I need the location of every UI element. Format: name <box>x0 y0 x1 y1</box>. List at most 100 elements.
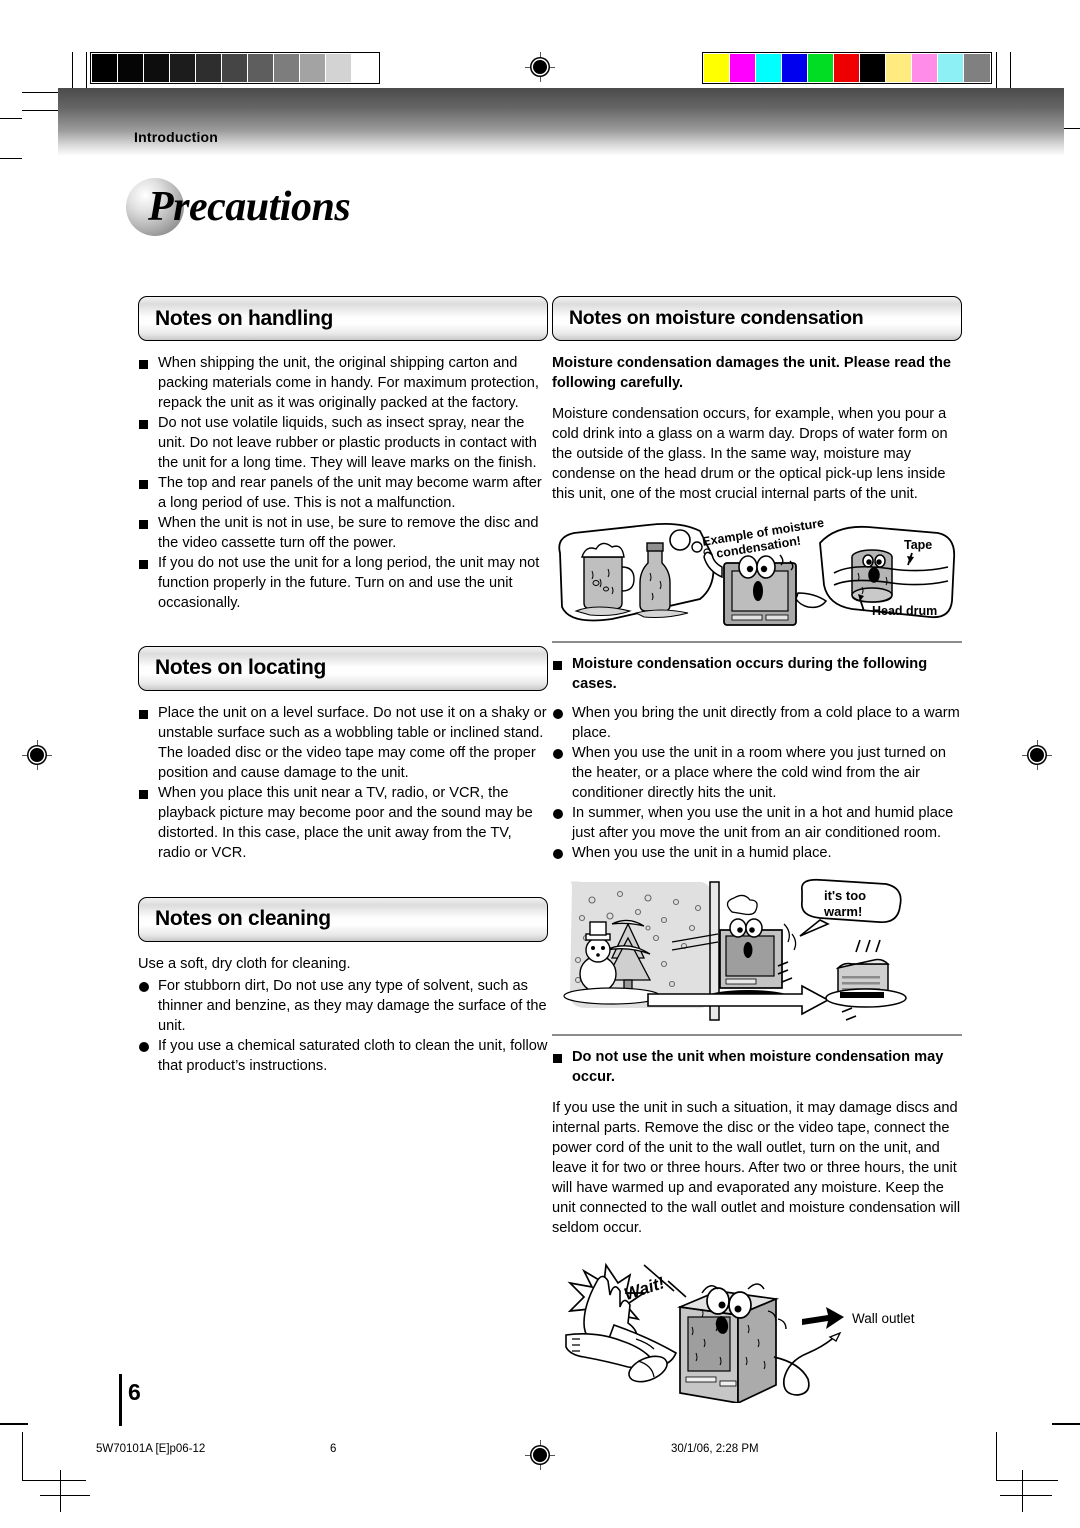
square-bullet-icon <box>139 479 148 489</box>
grayscale-swatch <box>92 54 118 82</box>
crop-mark-bottom-left-v2 <box>60 1470 61 1512</box>
color-swatch <box>834 54 860 82</box>
do-not-use-heading-list: Do not use the unit when moisture conden… <box>552 1048 962 1088</box>
color-swatch <box>704 54 730 82</box>
crop-mark-bottom-right-v2 <box>1022 1470 1023 1512</box>
figure-cold-to-warm-place: it's too warm! <box>563 878 907 1021</box>
list-item-text: When you place this unit near a TV, radi… <box>158 784 533 861</box>
page-title-text: Precautions <box>148 184 351 230</box>
crop-mark-bottom-left-v <box>22 1432 23 1480</box>
crop-mark-bottom-right-h <box>996 1480 1058 1481</box>
list-item-text: Do not use volatile liquids, such as ins… <box>158 414 537 471</box>
color-swatch <box>886 54 912 82</box>
round-bullet-icon <box>139 981 149 992</box>
crop-mark-top-left-v2 <box>72 52 73 92</box>
round-bullet-icon <box>553 808 563 819</box>
registration-mark-left-center <box>22 740 52 770</box>
label-wall-outlet: Wall outlet <box>852 1311 915 1326</box>
speech-its-too: it's too <box>824 888 866 903</box>
crop-mark-top-right-v2 <box>1010 52 1011 92</box>
color-swatch <box>730 54 756 82</box>
page-number: 6 <box>128 1379 141 1405</box>
list-item: The top and rear panels of the unit may … <box>138 474 548 514</box>
crop-mark-top-left-v <box>86 52 87 92</box>
do-not-use-body: If you use the unit in such a situation,… <box>552 1099 961 1236</box>
crop-mark-bottom-right-h2 <box>1000 1495 1052 1496</box>
condensation-body: Moisture condensation occurs, for exampl… <box>552 405 948 502</box>
color-swatch <box>912 54 938 82</box>
header-gradient-band <box>58 88 1064 156</box>
section-label: Introduction <box>134 129 219 145</box>
registration-mark-right-center <box>1022 740 1052 770</box>
grayscale-swatch <box>118 54 144 82</box>
list-item-text: Do not use the unit when moisture conden… <box>572 1048 944 1085</box>
list-item: For stubborn dirt, Do not use any type o… <box>138 977 548 1037</box>
divider-rule <box>552 1033 962 1036</box>
grayscale-swatch <box>196 54 222 82</box>
color-calibration-bar <box>702 52 992 84</box>
list-item-text: The top and rear panels of the unit may … <box>158 474 542 511</box>
crop-mark-right-mid <box>1052 1423 1080 1425</box>
list-item: If you use a chemical saturated cloth to… <box>138 1037 548 1077</box>
color-swatch <box>860 54 886 82</box>
heading-label: Notes on locating <box>155 656 327 680</box>
crop-mark-bottom-left-h <box>22 1480 86 1481</box>
speech-warm: warm! <box>823 904 862 919</box>
reg-ring <box>533 60 547 74</box>
color-swatch <box>756 54 782 82</box>
grayscale-swatch <box>222 54 248 82</box>
registration-mark-bottom-center <box>525 1440 555 1470</box>
list-item: Moisture condensation occurs during the … <box>552 655 962 695</box>
color-swatch <box>808 54 834 82</box>
list-item: When you bring the unit directly from a … <box>552 704 962 744</box>
list-item-text: When the unit is not in use, be sure to … <box>158 514 539 551</box>
list-item: Do not use volatile liquids, such as ins… <box>138 414 548 474</box>
divider-rule <box>552 640 962 643</box>
list-item: Place the unit on a level surface. Do no… <box>138 704 548 784</box>
grayscale-swatch <box>300 54 326 82</box>
reg-ring <box>533 1448 547 1462</box>
grayscale-swatch <box>170 54 196 82</box>
list-item-text: When you bring the unit directly from a … <box>572 704 960 741</box>
color-swatch <box>964 54 990 82</box>
list-item: When the unit is not in use, be sure to … <box>138 514 548 554</box>
crop-mark-top-right-v <box>996 52 997 92</box>
list-item-text: For stubborn dirt, Do not use any type o… <box>158 977 547 1034</box>
grayscale-calibration-bar <box>90 52 380 84</box>
reg-ring <box>30 748 44 762</box>
list-item-text: Moisture condensation occurs during the … <box>572 655 928 692</box>
list-item: When shipping the unit, the original shi… <box>138 354 548 414</box>
grayscale-swatch <box>352 54 378 82</box>
crop-mark-bottom-left-h2 <box>40 1495 90 1496</box>
label-head-drum: Head drum <box>872 604 937 618</box>
square-bullet-icon <box>139 789 148 799</box>
square-bullet-icon <box>139 709 148 719</box>
heading-notes-on-cleaning: Notes on cleaning <box>138 896 548 942</box>
cleaning-list: For stubborn dirt, Do not use any type o… <box>138 977 548 1077</box>
heading-label: Notes on cleaning <box>155 907 331 931</box>
round-bullet-icon <box>139 1041 149 1052</box>
square-bullet-icon <box>139 559 148 569</box>
square-bullet-icon <box>139 419 148 429</box>
crop-mark-left-upper <box>0 118 22 119</box>
condensation-lead: Moisture condensation damages the unit. … <box>552 355 951 391</box>
crop-mark-left-mid <box>0 1423 28 1425</box>
list-item: When you use the unit in a humid place. <box>552 844 962 864</box>
heading-label: Notes on handling <box>155 306 334 330</box>
crop-mark-bottom-right-v <box>996 1432 997 1480</box>
color-swatch <box>938 54 964 82</box>
grayscale-swatch <box>144 54 170 82</box>
list-item-text: If you use a chemical saturated cloth to… <box>158 1037 548 1074</box>
list-item: In summer, when you use the unit in a ho… <box>552 804 962 844</box>
heading-label: Notes on moisture condensation <box>569 307 864 329</box>
footer-page-number: 6 <box>330 1443 337 1455</box>
heading-notes-on-locating: Notes on locating <box>138 645 548 691</box>
heading-notes-on-handling: Notes on handling <box>138 296 548 341</box>
figure-wait-wall-outlet: Wait! Wall outlet <box>565 1262 915 1403</box>
list-item-text: When shipping the unit, the original shi… <box>158 355 539 411</box>
heading-notes-on-moisture-condensation: Notes on moisture condensation <box>552 296 962 341</box>
footer-doc-code: 5W70101A [E]p06-12 <box>96 1443 206 1455</box>
square-bullet-icon <box>139 519 148 529</box>
list-item-text: If you do not use the unit for a long pe… <box>158 554 540 611</box>
round-bullet-icon <box>553 708 563 719</box>
